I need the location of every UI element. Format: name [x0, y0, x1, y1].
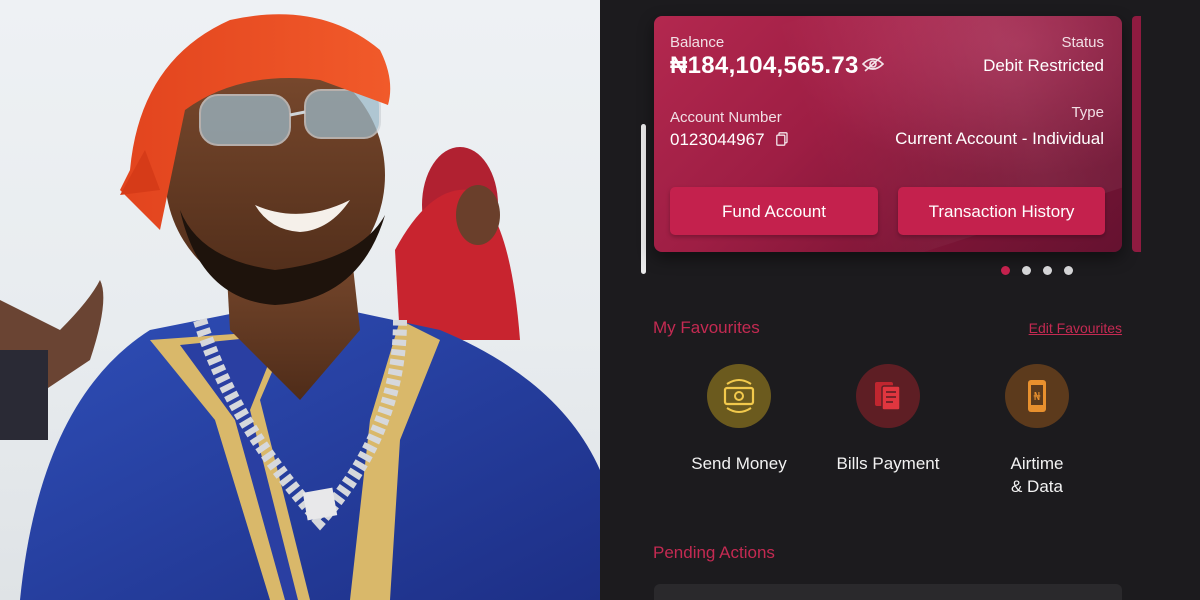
favourite-send-money[interactable]: Send Money — [664, 364, 814, 475]
favourite-label: Airtime & Data — [1010, 454, 1064, 496]
status-value: Debit Restricted — [983, 56, 1104, 75]
carousel-dot[interactable] — [1043, 266, 1052, 275]
favourite-label: Bills Payment — [836, 454, 940, 473]
carousel-dot[interactable] — [1001, 266, 1010, 275]
transaction-history-button[interactable]: Transaction History — [898, 187, 1105, 235]
balance-value: ₦184,104,565.73 — [670, 52, 859, 79]
cash-transfer-icon — [707, 364, 771, 428]
next-card-peek[interactable] — [1132, 16, 1141, 252]
account-card[interactable]: Balance ₦184,104,565.73 Status Debit Res… — [654, 16, 1122, 252]
banking-app-screen: Balance ₦184,104,565.73 Status Debit Res… — [600, 0, 1200, 600]
favourites-title: My Favourites — [653, 318, 760, 337]
copy-icon[interactable] — [776, 132, 788, 146]
favourite-label: Send Money — [691, 454, 787, 473]
edit-favourites-link[interactable]: Edit Favourites — [1029, 320, 1122, 336]
person-photo — [0, 14, 600, 600]
phone-naira-icon: ₦ — [1005, 364, 1069, 428]
account-number-value: 0123044967 — [670, 130, 765, 149]
eye-off-icon[interactable] — [862, 56, 884, 72]
account-number-label: Account Number — [670, 109, 782, 126]
pending-actions-title: Pending Actions — [653, 543, 775, 562]
pending-actions-panel[interactable] — [654, 584, 1122, 600]
favourite-bills-payment[interactable]: Bills Payment — [813, 364, 963, 475]
carousel-dot[interactable] — [1064, 266, 1073, 275]
favourite-airtime-data[interactable]: ₦ Airtime & Data — [962, 364, 1112, 498]
type-label: Type — [1071, 104, 1104, 121]
carousel-dot[interactable] — [1022, 266, 1031, 275]
bills-icon — [856, 364, 920, 428]
balance-label: Balance — [670, 34, 725, 51]
photo-panel — [0, 0, 600, 600]
status-label: Status — [1061, 34, 1104, 51]
account-type-value: Current Account - Individual — [895, 129, 1104, 148]
svg-text:₦: ₦ — [1034, 390, 1041, 403]
fund-account-button[interactable]: Fund Account — [670, 187, 878, 235]
scrollbar[interactable] — [641, 124, 646, 274]
